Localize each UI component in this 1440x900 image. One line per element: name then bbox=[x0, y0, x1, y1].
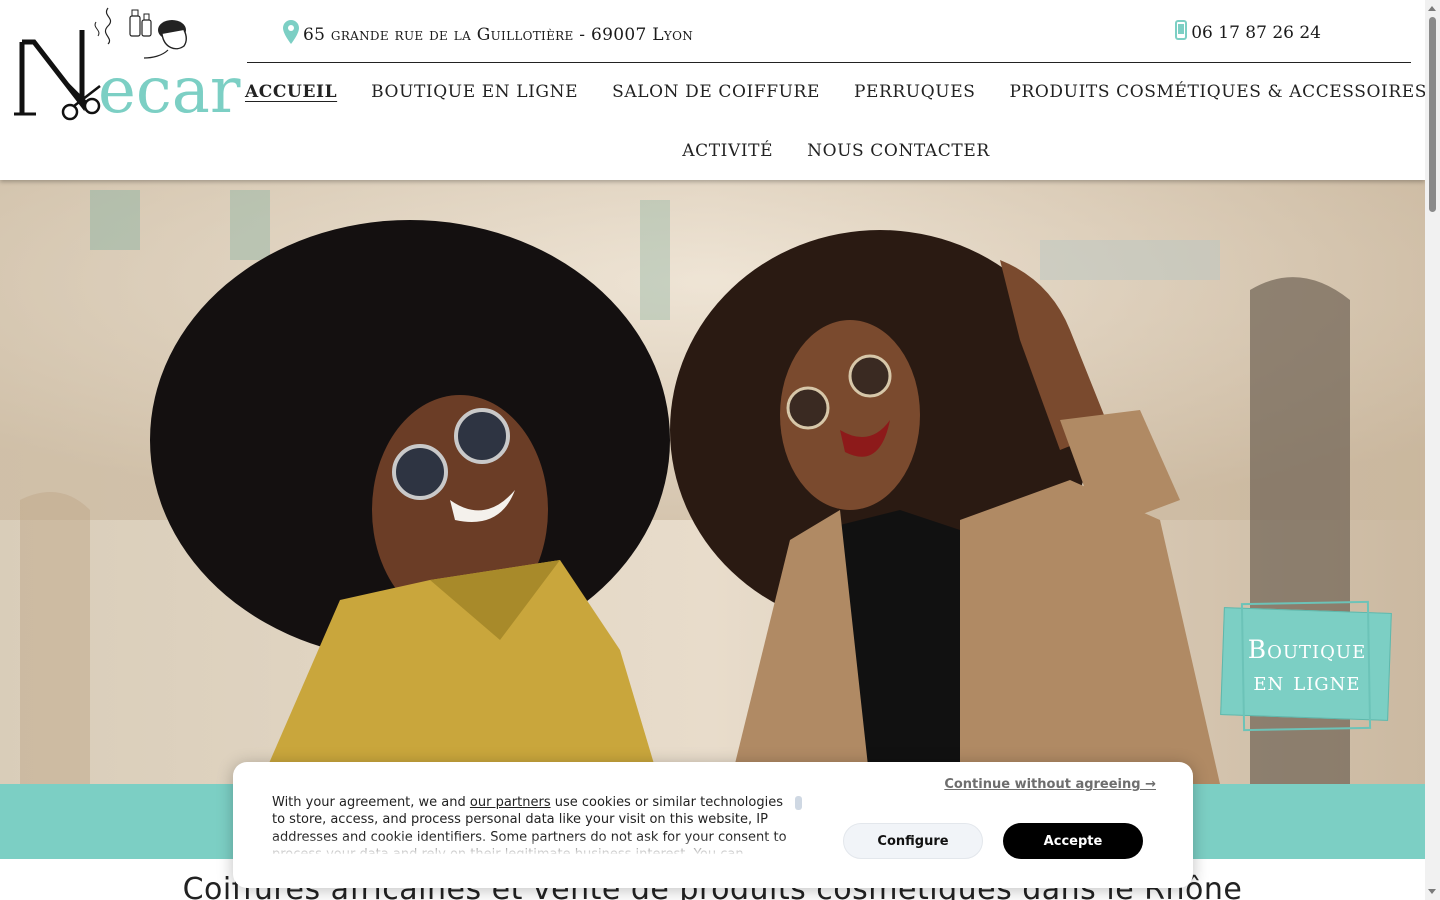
cookie-text-scrollbar[interactable] bbox=[795, 796, 802, 810]
phone-block[interactable]: 06 17 87 26 24 bbox=[1175, 20, 1321, 45]
address-text: 65 grande rue de la Guillotière - 69007 … bbox=[303, 24, 694, 45]
scroll-up-arrow-icon[interactable] bbox=[1428, 6, 1436, 11]
page-scrollbar[interactable] bbox=[1425, 0, 1440, 900]
nav-item-produits-cosmetiques[interactable]: Produits cosmétiques & accessoires bbox=[992, 82, 1440, 102]
continue-without-agreeing-link[interactable]: Continue without agreeing → bbox=[944, 777, 1156, 792]
boutique-en-ligne-badge[interactable]: Boutique en ligne bbox=[1220, 600, 1392, 732]
top-info-bar: 65 grande rue de la Guillotière - 69007 … bbox=[247, 12, 1411, 63]
configure-button[interactable]: Configure bbox=[843, 823, 983, 859]
site-logo[interactable]: ecar bbox=[12, 0, 248, 128]
svg-text:ecar: ecar bbox=[98, 54, 241, 128]
nav-item-perruques[interactable]: Perruques bbox=[837, 82, 993, 102]
badge-label: Boutique en ligne bbox=[1222, 634, 1392, 698]
hero-banner bbox=[0, 180, 1425, 784]
cookie-text-part-1: With your agreement, we and bbox=[272, 795, 470, 810]
badge-line-1: Boutique bbox=[1247, 635, 1367, 664]
nav-item-boutique-en-ligne[interactable]: Boutique en ligne bbox=[354, 82, 595, 102]
map-pin-icon bbox=[283, 20, 299, 49]
scroll-down-arrow-icon[interactable] bbox=[1428, 889, 1436, 894]
nav-item-accueil[interactable]: Accueil bbox=[228, 82, 354, 102]
address-block[interactable]: 65 grande rue de la Guillotière - 69007 … bbox=[283, 20, 693, 49]
accept-button[interactable]: Accepte bbox=[1003, 823, 1143, 859]
scroll-thumb[interactable] bbox=[1429, 17, 1436, 212]
cookie-consent-banner: Continue without agreeing → With your ag… bbox=[233, 762, 1193, 888]
badge-line-2: en ligne bbox=[1253, 667, 1361, 696]
cookie-text-fade bbox=[272, 836, 792, 856]
main-navigation: Accueil Boutique en ligne Salon de coiff… bbox=[245, 64, 1426, 178]
site-header: ecar 65 grande rue de la Guillotière - 6… bbox=[0, 0, 1426, 180]
our-partners-link[interactable]: our partners bbox=[470, 795, 551, 810]
mobile-phone-icon bbox=[1175, 20, 1188, 45]
nav-item-nous-contacter[interactable]: Nous contacter bbox=[790, 141, 1007, 161]
hero-image bbox=[0, 180, 1425, 784]
phone-text: 06 17 87 26 24 bbox=[1191, 22, 1321, 43]
nav-item-salon-de-coiffure[interactable]: Salon de coiffure bbox=[595, 82, 837, 102]
nav-item-activite[interactable]: Activité bbox=[665, 141, 790, 161]
